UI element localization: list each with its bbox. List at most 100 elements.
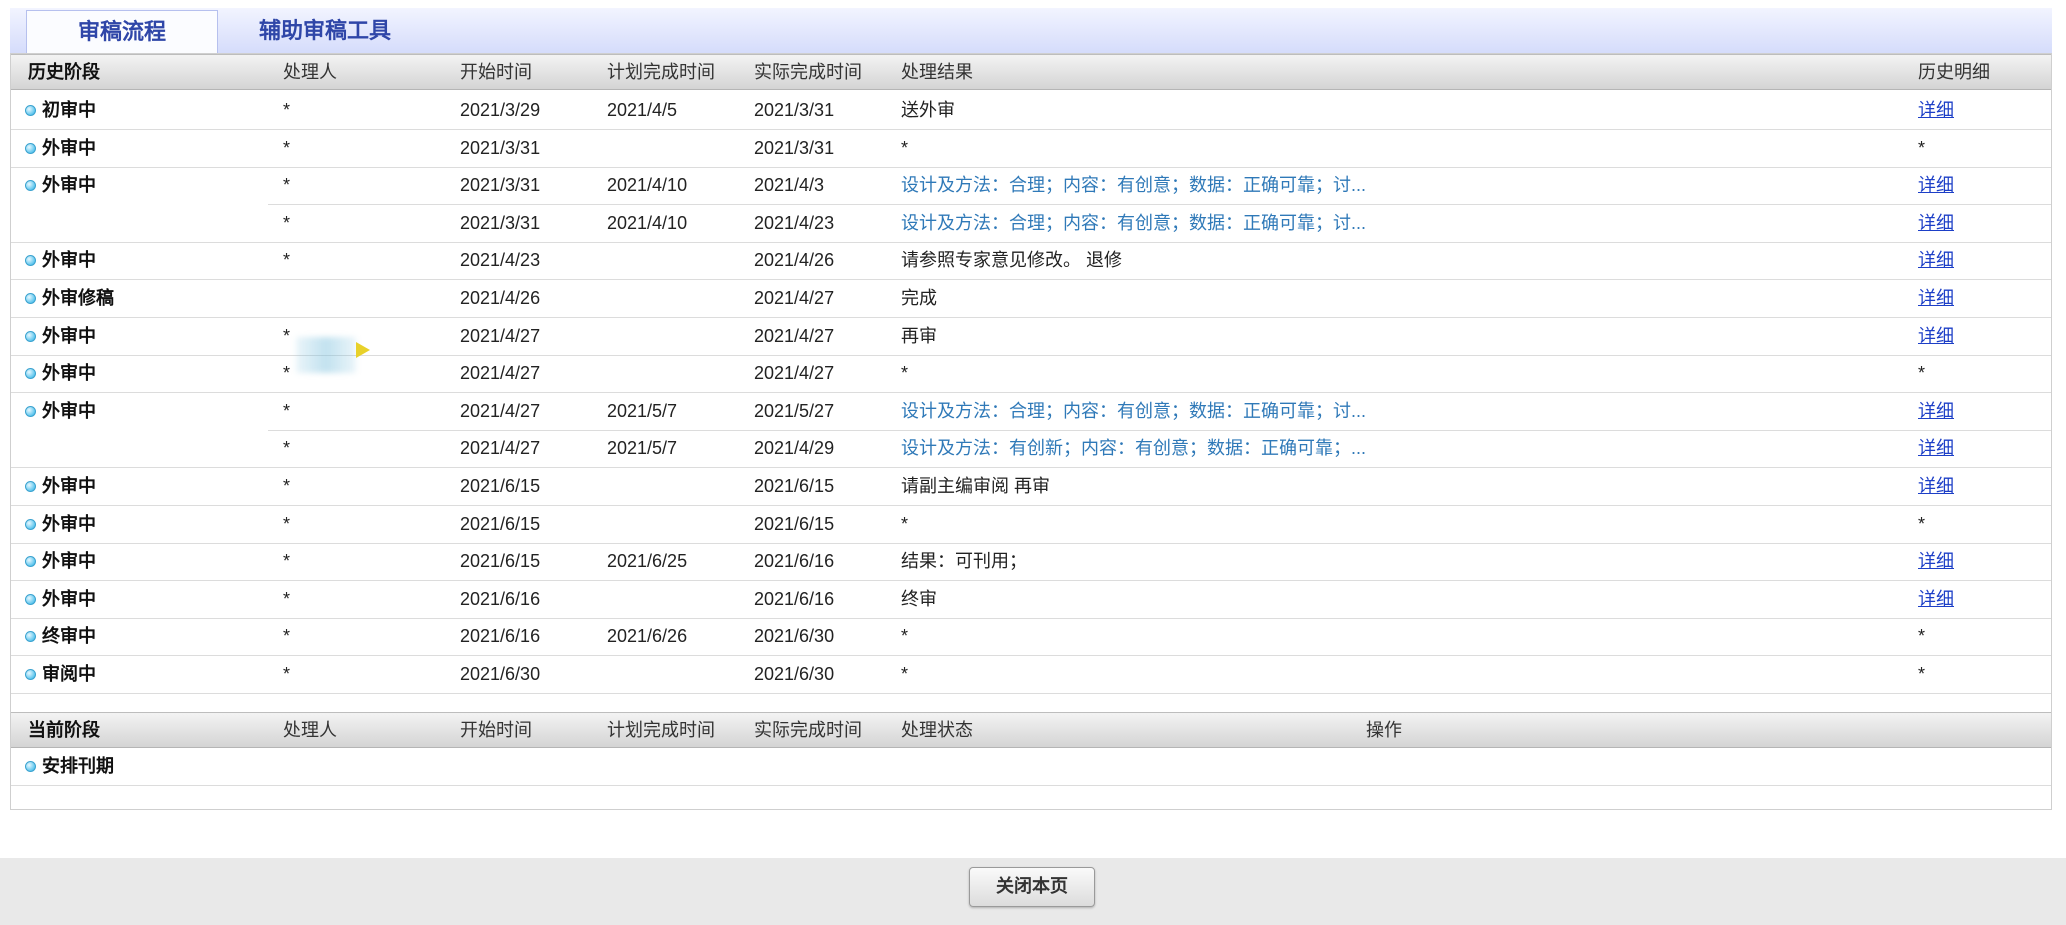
result-cell: * xyxy=(901,138,909,158)
table-row: 外审中 * 2021/3/31 2021/4/10 2021/4/3 设计及方法：合理；内… xyxy=(11,167,2051,205)
col-current-handler: 处理人 xyxy=(283,720,337,740)
detail-link[interactable]: 详细 xyxy=(1918,430,1954,466)
col-result: 处理结果 xyxy=(901,62,973,82)
plan-time-cell: 2021/5/7 xyxy=(607,401,678,421)
table-row: 终审中 * 2021/6/16 2021/6/26 2021/6/30 * * xyxy=(11,618,2051,656)
detail-link[interactable]: 详细 xyxy=(1918,393,1954,429)
bullet-icon xyxy=(25,631,36,642)
start-time-cell: 2021/3/29 xyxy=(460,100,541,120)
bullet-icon xyxy=(25,180,36,191)
detail-link[interactable]: 详细 xyxy=(1918,280,1954,316)
table-row: * 2021/3/31 2021/4/10 2021/4/23 设计及方法：合理；内容：… xyxy=(11,205,2051,243)
result-link[interactable]: 设计及方法：合理；内容：有创意；数据：正确可靠；讨... xyxy=(901,205,1366,241)
stage-label: 外审中 xyxy=(42,363,96,383)
bullet-icon xyxy=(25,669,36,680)
col-current-plan: 计划完成时间 xyxy=(607,720,715,740)
stage-label: 审阅中 xyxy=(42,664,96,684)
plan-time-cell: 2021/6/26 xyxy=(607,626,688,646)
tab-review-tools[interactable]: 辅助审稿工具 xyxy=(225,10,425,53)
col-plan-time: 计划完成时间 xyxy=(607,62,715,82)
result-link[interactable]: 设计及方法：合理；内容：有创意；数据：正确可靠；讨... xyxy=(901,393,1366,429)
cursor-arrow-icon xyxy=(356,342,370,358)
stage-label: 外审中 xyxy=(42,514,96,534)
detail-link[interactable]: 详细 xyxy=(1918,468,1954,504)
table-row: 外审中 * 2021/4/27 2021/5/7 2021/5/27 设计及方法：合理；内… xyxy=(11,393,2051,431)
detail-link[interactable]: 详细 xyxy=(1918,242,1954,278)
start-time-cell: 2021/3/31 xyxy=(460,213,541,233)
handler-cell: * xyxy=(283,250,291,270)
detail-cell: * xyxy=(1918,138,1926,158)
handler-cell: * xyxy=(283,100,291,120)
bullet-icon xyxy=(25,519,36,530)
result-cell: * xyxy=(901,363,909,383)
actual-time-cell: 2021/3/31 xyxy=(754,138,835,158)
col-start-time: 开始时间 xyxy=(460,62,532,82)
table-row: 外审中 * 2021/6/15 2021/6/25 2021/6/16 结果：可刊用； 详细 xyxy=(11,543,2051,581)
table-row: 外审中 * 2021/3/31 2021/3/31 * * xyxy=(11,130,2051,168)
table-row: * 2021/4/27 2021/5/7 2021/4/29 设计及方法：有创新；内容：… xyxy=(11,430,2051,468)
handler-cell: * xyxy=(283,664,291,684)
start-time-cell: 2021/4/27 xyxy=(460,438,541,458)
table-row: 外审修稿 2021/4/26 2021/4/27 完成 详细 xyxy=(11,280,2051,318)
stage-cell: 外审中 xyxy=(25,393,96,429)
detail-link[interactable]: 详细 xyxy=(1918,92,1954,128)
col-current-actual: 实际完成时间 xyxy=(754,720,862,740)
tab-bar: 审稿流程 辅助审稿工具 xyxy=(10,8,2052,54)
handler-cell: * xyxy=(283,401,291,421)
result-link[interactable]: 设计及方法：有创新；内容：有创意；数据：正确可靠；... xyxy=(901,430,1366,466)
start-time-cell: 2021/6/15 xyxy=(460,514,541,534)
table-row: 初审中 * 2021/3/29 2021/4/5 2021/3/31 送外审 详细 xyxy=(11,92,2051,130)
result-cell: 终审 xyxy=(901,589,937,609)
tab-review-process[interactable]: 审稿流程 xyxy=(26,10,218,53)
start-time-cell: 2021/6/15 xyxy=(460,551,541,571)
stage-label: 外审中 xyxy=(42,138,96,158)
current-row: 安排刊期 xyxy=(11,748,2051,786)
bullet-icon xyxy=(25,761,36,772)
start-time-cell: 2021/4/27 xyxy=(460,363,541,383)
handler-cell: * xyxy=(283,213,291,233)
bullet-icon xyxy=(25,293,36,304)
detail-link[interactable]: 详细 xyxy=(1918,543,1954,579)
bullet-icon xyxy=(25,143,36,154)
plan-time-cell: 2021/4/10 xyxy=(607,213,688,233)
result-cell: * xyxy=(901,664,909,684)
detail-link[interactable]: 详细 xyxy=(1918,318,1954,354)
handler-cell: * xyxy=(283,551,291,571)
plan-time-cell: 2021/6/25 xyxy=(607,551,688,571)
handler-cell: * xyxy=(283,514,291,534)
start-time-cell: 2021/4/23 xyxy=(460,250,541,270)
close-page-button[interactable]: 关闭本页 xyxy=(969,867,1095,907)
stage-label: 外审中 xyxy=(42,476,96,496)
plan-time-cell: 2021/5/7 xyxy=(607,438,678,458)
bullet-icon xyxy=(25,556,36,567)
plan-time-cell: 2021/4/10 xyxy=(607,175,688,195)
table-row: 审阅中 * 2021/6/30 2021/6/30 * * xyxy=(11,656,2051,694)
stage-label: 外审中 xyxy=(42,589,96,609)
handler-cell: * xyxy=(283,363,291,383)
stage-cell: 外审中 xyxy=(25,543,96,579)
start-time-cell: 2021/4/27 xyxy=(460,401,541,421)
stage-label: 外审修稿 xyxy=(42,288,114,308)
footer-bar: 关闭本页 xyxy=(0,858,2066,925)
stage-cell: 外审中 xyxy=(25,581,96,617)
result-cell: 完成 xyxy=(901,288,937,308)
detail-link[interactable]: 详细 xyxy=(1918,581,1954,617)
stage-cell: 外审中 xyxy=(25,355,96,391)
stage-cell: 终审中 xyxy=(25,618,96,654)
stage-cell: 外审修稿 xyxy=(25,280,114,316)
review-panel: 历史阶段 处理人 开始时间 计划完成时间 实际完成时间 处理结果 历史明细 初审… xyxy=(10,53,2052,810)
detail-cell: * xyxy=(1918,363,1926,383)
result-cell: 请副主编审阅 再审 xyxy=(901,476,1051,496)
col-current-status: 处理状态 xyxy=(901,720,973,740)
start-time-cell: 2021/6/30 xyxy=(460,664,541,684)
detail-link[interactable]: 详细 xyxy=(1918,205,1954,241)
actual-time-cell: 2021/5/27 xyxy=(754,401,835,421)
detail-link[interactable]: 详细 xyxy=(1918,167,1954,203)
col-current-action: 操作 xyxy=(1366,720,1402,740)
start-time-cell: 2021/6/16 xyxy=(460,626,541,646)
stage-label: 初审中 xyxy=(42,100,96,120)
result-link[interactable]: 设计及方法：合理；内容：有创意；数据：正确可靠；讨... xyxy=(901,167,1366,203)
detail-cell: * xyxy=(1918,664,1926,684)
actual-time-cell: 2021/6/16 xyxy=(754,589,835,609)
col-history-detail: 历史明细 xyxy=(1918,62,1990,82)
